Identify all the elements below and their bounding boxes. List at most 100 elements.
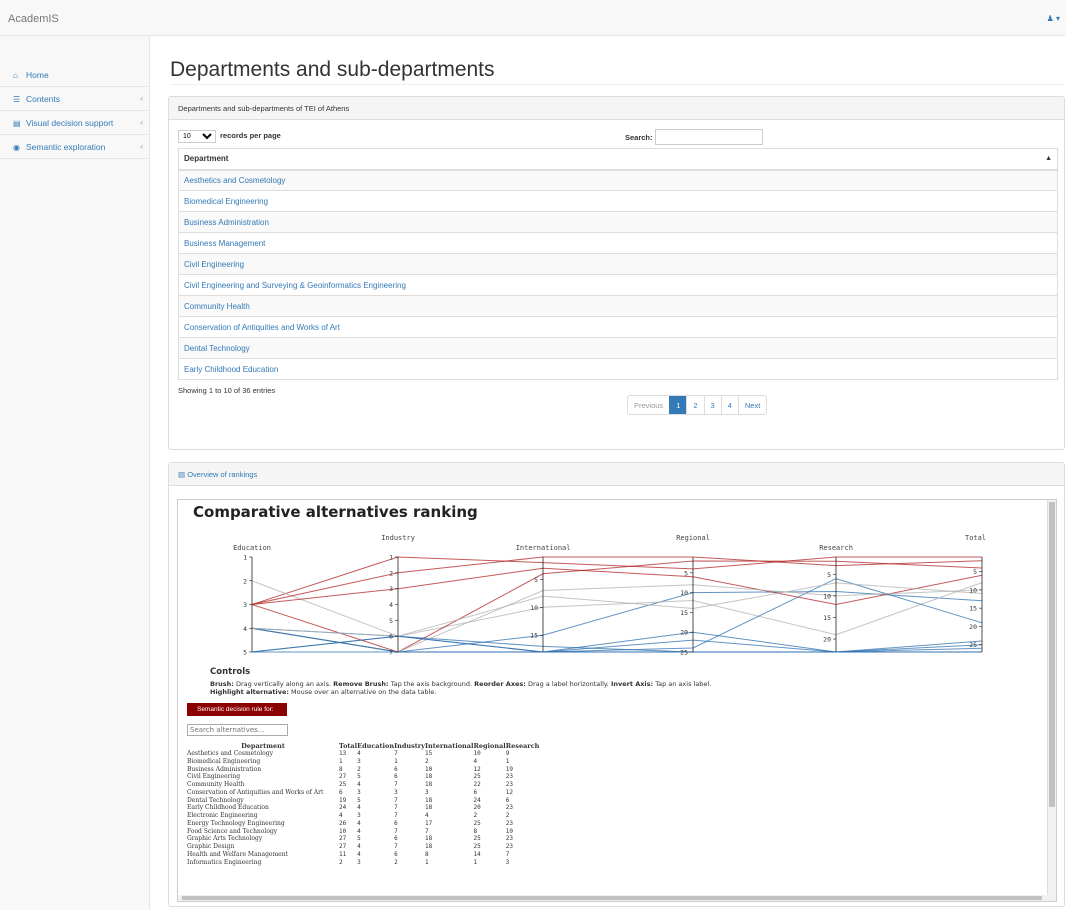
sidebar-item-label: Visual decision support [26,118,114,128]
table-cell: 5 [357,796,361,804]
table-cell: 6 [394,850,398,858]
table-row: Community Health [178,295,1058,317]
table-cell: 1 [394,757,398,765]
title-divider [170,84,1065,85]
sidebar-item-label: Semantic exploration [26,142,106,152]
records-per-page-select[interactable]: 10 [178,130,216,143]
table-row[interactable]: Electronic Engineering 4 3 7 4 2 2 [187,812,539,820]
vertical-scrollbar[interactable] [1047,500,1056,901]
table-row[interactable]: Food Science and Technology 10 4 7 7 8 10 [187,828,539,836]
table-row[interactable]: Early Childhood Education 24 4 7 18 20 23 [187,804,539,812]
table-cell: Biomedical Engineering [187,757,261,765]
alternative-line[interactable] [251,580,983,637]
parallel-coordinates-chart[interactable]: 1 2 3 4 5 1 2 3 4 5 6 7 5 10 15 5 10 15 20 25 5 10 15 20 5 10 15 20… [178,500,1049,660]
department-link[interactable]: Conservation of Antiquities and Works of… [178,316,1058,338]
department-link[interactable]: Community Health [178,295,1058,317]
alternative-line[interactable] [251,582,983,637]
table-row[interactable]: Energy Technology Engineering 26 4 6 17 25 23 [187,820,539,828]
tick-label: 10 [530,604,538,612]
main-content: Departments and sub-departments Departme… [151,36,1066,910]
table-row[interactable]: Civil Engineering 27 5 6 18 25 23 [187,773,539,781]
pagination-page-3[interactable]: 3 [703,396,721,414]
table-cell: 18 [424,804,433,812]
table-row[interactable]: Informatics Engineering 2 3 2 1 1 3 [187,859,539,867]
semantic-decision-rule-button[interactable]: Semantic decision rule for: [187,703,287,716]
table-row: Civil Engineering [178,253,1058,275]
pagination-page-4[interactable]: 4 [720,396,738,414]
table-row: Biomedical Engineering [178,190,1058,212]
table-cell: 6 [473,788,478,796]
department-link[interactable]: Business Administration [178,211,1058,233]
table-cell: 18 [424,835,433,843]
department-link[interactable]: Early Childhood Education [178,358,1058,380]
department-link[interactable]: Biomedical Engineering [178,190,1058,212]
pagination-previous[interactable]: Previous [628,396,669,414]
sidebar-item-home[interactable]: ⌂ Home [0,63,150,87]
sidebar-item-semantic-exploration[interactable]: ◉ Semantic exploration ‹ [0,135,150,159]
alternative-line[interactable] [251,560,983,653]
column-header[interactable]: Regional [473,742,505,750]
column-header[interactable]: International [425,742,473,750]
table-cell: 10 [473,750,481,757]
table-row[interactable]: Aesthetics and Cosmetology 13 4 7 15 10 9 [187,750,539,758]
sidebar-item-contents[interactable]: ☰ Contents ‹ [0,87,150,111]
column-header[interactable]: Department [187,742,339,750]
table-row[interactable]: Biomedical Engineering 1 3 1 2 4 1 [187,758,539,766]
department-link[interactable]: Aesthetics and Cosmetology [178,169,1058,191]
column-header[interactable]: Research [506,742,540,750]
alternative-line[interactable] [251,567,983,606]
table-cell: 27 [339,773,347,781]
records-per-page: 10 records per page [178,130,281,143]
search-input[interactable] [655,129,763,145]
table-cell: 23 [505,819,513,827]
column-header[interactable]: Industry [394,742,425,750]
table-row[interactable]: Graphic Arts Technology 27 5 6 18 25 23 [187,835,539,843]
department-link[interactable]: Civil Engineering [178,253,1058,275]
tick-label: 5 [684,569,688,577]
table-cell: 6 [505,796,510,804]
table-cell: 8 [473,827,478,835]
table-cell: Graphic Design [187,843,235,850]
alternative-line[interactable] [252,578,983,653]
table-cell: 4 [357,804,361,812]
tick-label: 25 [969,641,977,649]
department-link[interactable]: Dental Technology [178,337,1058,359]
table-row: Conservation of Antiquities and Works of… [178,316,1058,338]
controls-help: Brush: Drag vertically along an axis. Re… [210,680,712,696]
table-cell: 7 [394,781,398,788]
departments-panel: Departments and sub-departments of TEI o… [168,96,1065,450]
tick-label: 20 [680,629,688,637]
column-header-department[interactable]: Department ▲ [178,148,1058,171]
department-link[interactable]: Business Management [178,232,1058,254]
table-cell: 12 [505,788,513,796]
column-header[interactable]: Education [357,742,394,750]
horizontal-scrollbar[interactable] [178,895,1049,901]
search-label: Search: [625,133,653,142]
table-row[interactable]: Business Administration 8 2 6 10 12 19 [187,766,539,774]
department-link[interactable]: Civil Engineering and Surveying & Geoinf… [178,274,1058,296]
panel-heading[interactable]: ▤ Overview of rankings [169,463,1064,486]
table-row[interactable]: Graphic Design 27 4 7 18 25 23 [187,843,539,851]
brand-logo[interactable]: AcademIS [8,13,59,25]
pagination-next[interactable]: Next [737,396,766,414]
table-row[interactable]: Community Health 25 4 7 18 22 23 [187,781,539,789]
table-cell: 6 [394,819,398,827]
user-icon: ♟ [1046,14,1054,23]
table-cell: Early Childhood Education [187,804,269,812]
table-cell: 19 [505,765,513,773]
table-cell: 3 [357,788,361,796]
sidebar-item-visual-decision-support[interactable]: ▤ Visual decision support ‹ [0,111,150,135]
pagination-page-1[interactable]: 1 [669,396,687,414]
table-row[interactable]: Health and Welfare Management 11 4 6 8 14 7 [187,851,539,859]
search-alternatives-input[interactable] [187,724,288,736]
table-row: Aesthetics and Cosmetology [178,169,1058,191]
chevron-left-icon: ‹ [140,142,143,151]
table-row[interactable]: Dental Technology 19 5 7 18 24 6 [187,797,539,805]
table-row[interactable]: Conservation of Antiquities and Works of… [187,789,539,797]
pagination-page-2[interactable]: 2 [686,396,703,414]
table-cell: 1 [339,757,343,765]
tick-label: 2 [243,577,247,585]
user-menu[interactable]: ♟ ▾ [1047,14,1060,23]
column-header[interactable]: Total [339,742,357,750]
table-header-row: Department Total Education Industry Internat… [187,742,539,750]
